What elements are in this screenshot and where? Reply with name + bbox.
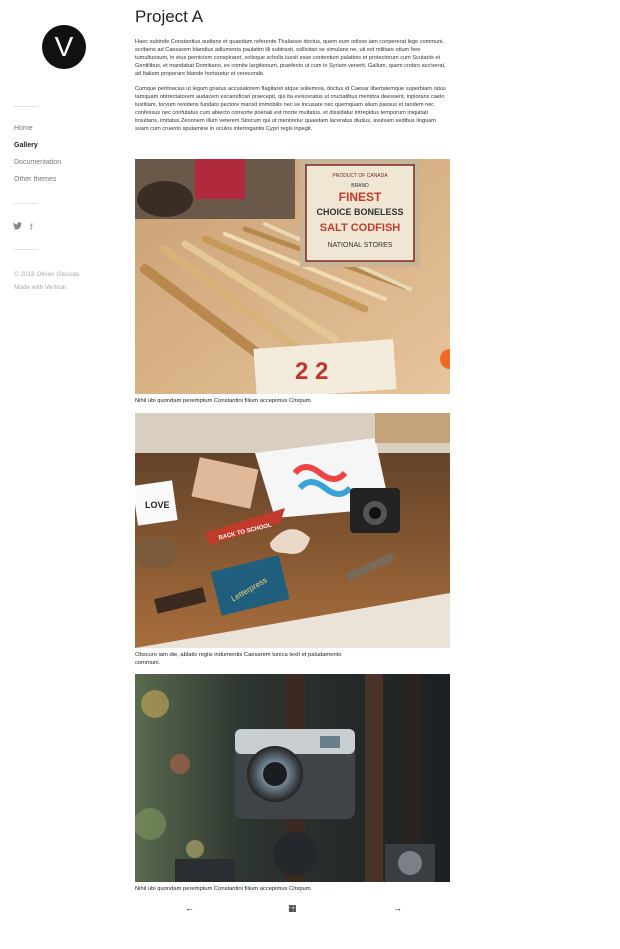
divider	[14, 106, 38, 107]
site-logo[interactable]: V	[42, 25, 86, 69]
photo-caption: Obscuro iam die, ablatis regiis indument…	[135, 652, 342, 666]
made-with-link[interactable]: Made with Vertical	[14, 281, 79, 294]
svg-text:LOVE: LOVE	[145, 500, 170, 510]
svg-text:NATIONAL STORES: NATIONAL STORES	[328, 242, 393, 249]
gallery-photo-tools[interactable]: PRODUCT OF CANADA BRAND FINEST CHOICE BO…	[135, 159, 450, 394]
photo-caption: Nihil ubi quondam peremptum Constantini …	[135, 398, 313, 404]
previous-arrow-icon[interactable]: ←	[185, 903, 194, 913]
nav-item-documentation[interactable]: Documentation	[14, 158, 61, 175]
photo-caption: Nihil ubi quondam peremptum Constantini …	[135, 886, 313, 892]
gallery-photo-camera[interactable]	[135, 674, 450, 882]
svg-text:2 2: 2 2	[295, 358, 328, 385]
nav-item-home[interactable]: Home	[14, 124, 61, 141]
twitter-icon[interactable]	[13, 222, 22, 232]
nav-item-other-themes[interactable]: Other themes	[14, 175, 61, 192]
gallery-photo-flatlay[interactable]: LOVE BACK TO SCHOOL Letterpress	[135, 413, 450, 648]
svg-text:CHOICE BONELESS: CHOICE BONELESS	[316, 207, 403, 217]
social-links: f	[13, 222, 33, 232]
logo-letter: V	[54, 31, 74, 62]
divider	[14, 249, 38, 250]
svg-text:PRODUCT OF CANADA: PRODUCT OF CANADA	[332, 173, 388, 179]
main-nav: Home Gallery Documentation Other themes	[14, 124, 61, 192]
svg-text:BRAND: BRAND	[351, 183, 369, 189]
sidebar-footer: © 2018 Olivier Gassias Made with Vertica…	[14, 268, 79, 294]
nav-item-gallery[interactable]: Gallery	[14, 141, 61, 158]
next-arrow-icon[interactable]: →	[393, 903, 402, 913]
divider	[14, 203, 38, 204]
second-paragraph: Cumque pertinacius ut legum gnarus accus…	[135, 86, 446, 132]
grid-icon[interactable]: ▦	[288, 903, 297, 913]
facebook-icon[interactable]: f	[30, 222, 33, 232]
sidebar: V Home Gallery Documentation Other theme…	[0, 0, 118, 949]
svg-text:FINEST: FINEST	[339, 190, 382, 204]
intro-paragraph: Haec subinde Constantius audiens et quae…	[135, 39, 446, 77]
copyright-text: © 2018 Olivier Gassias	[14, 271, 80, 278]
svg-text:SALT CODFISH: SALT CODFISH	[320, 222, 401, 234]
page-title: Project A	[135, 7, 204, 26]
